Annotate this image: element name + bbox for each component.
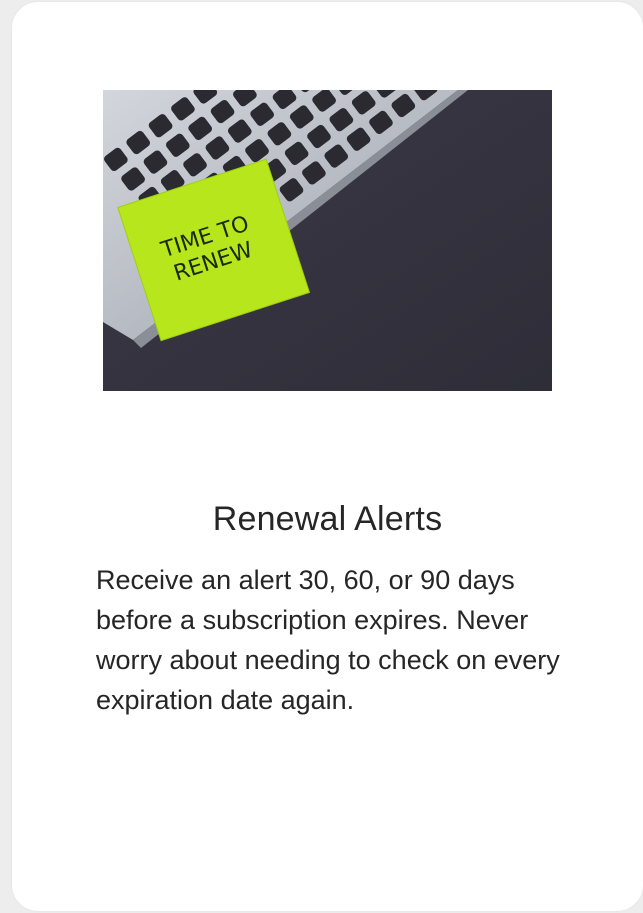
- card-description: Receive an alert 30, 60, or 90 days befo…: [96, 565, 560, 715]
- renewal-photo: TIME TO RENEW: [103, 90, 552, 391]
- keyboard-sticky-note-image: TIME TO RENEW: [103, 90, 552, 391]
- feature-card: TIME TO RENEW Renewal Alerts Receive an …: [12, 2, 643, 911]
- card-title: Renewal Alerts: [212, 500, 443, 538]
